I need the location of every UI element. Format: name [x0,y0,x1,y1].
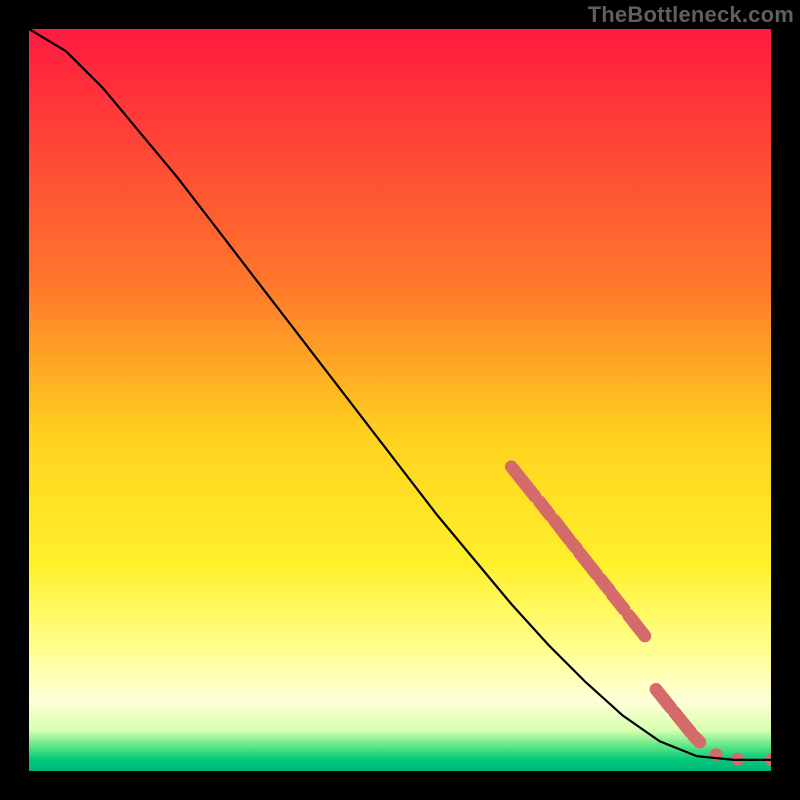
marker-segment [694,736,700,742]
watermark-label: TheBottleneck.com [588,2,794,28]
marker-segment [600,579,609,590]
chart-svg [29,29,771,771]
chart-frame: TheBottleneck.com [0,0,800,800]
marker-segment [539,502,549,515]
gradient-background [29,29,771,771]
plot-area [29,29,771,771]
